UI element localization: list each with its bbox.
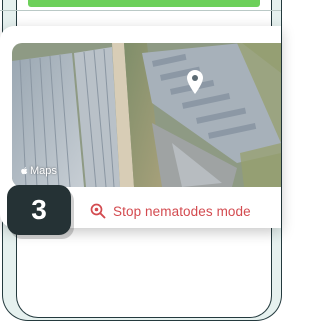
location-pin-icon[interactable] bbox=[187, 70, 203, 94]
zoom-icon bbox=[90, 203, 106, 219]
apple-logo-icon bbox=[21, 167, 28, 175]
satellite-map[interactable]: Maps bbox=[12, 43, 281, 187]
top-accent-tab bbox=[28, 0, 260, 7]
stop-nematodes-mode-button[interactable]: Stop nematodes mode bbox=[90, 203, 251, 219]
step-badge: 3 bbox=[7, 185, 71, 235]
maps-brand-label: Maps bbox=[30, 165, 57, 177]
step-number: 3 bbox=[31, 194, 47, 225]
maps-attribution: Maps bbox=[20, 165, 57, 177]
top-divider bbox=[0, 10, 281, 11]
stop-nematodes-mode-label: Stop nematodes mode bbox=[113, 203, 251, 219]
